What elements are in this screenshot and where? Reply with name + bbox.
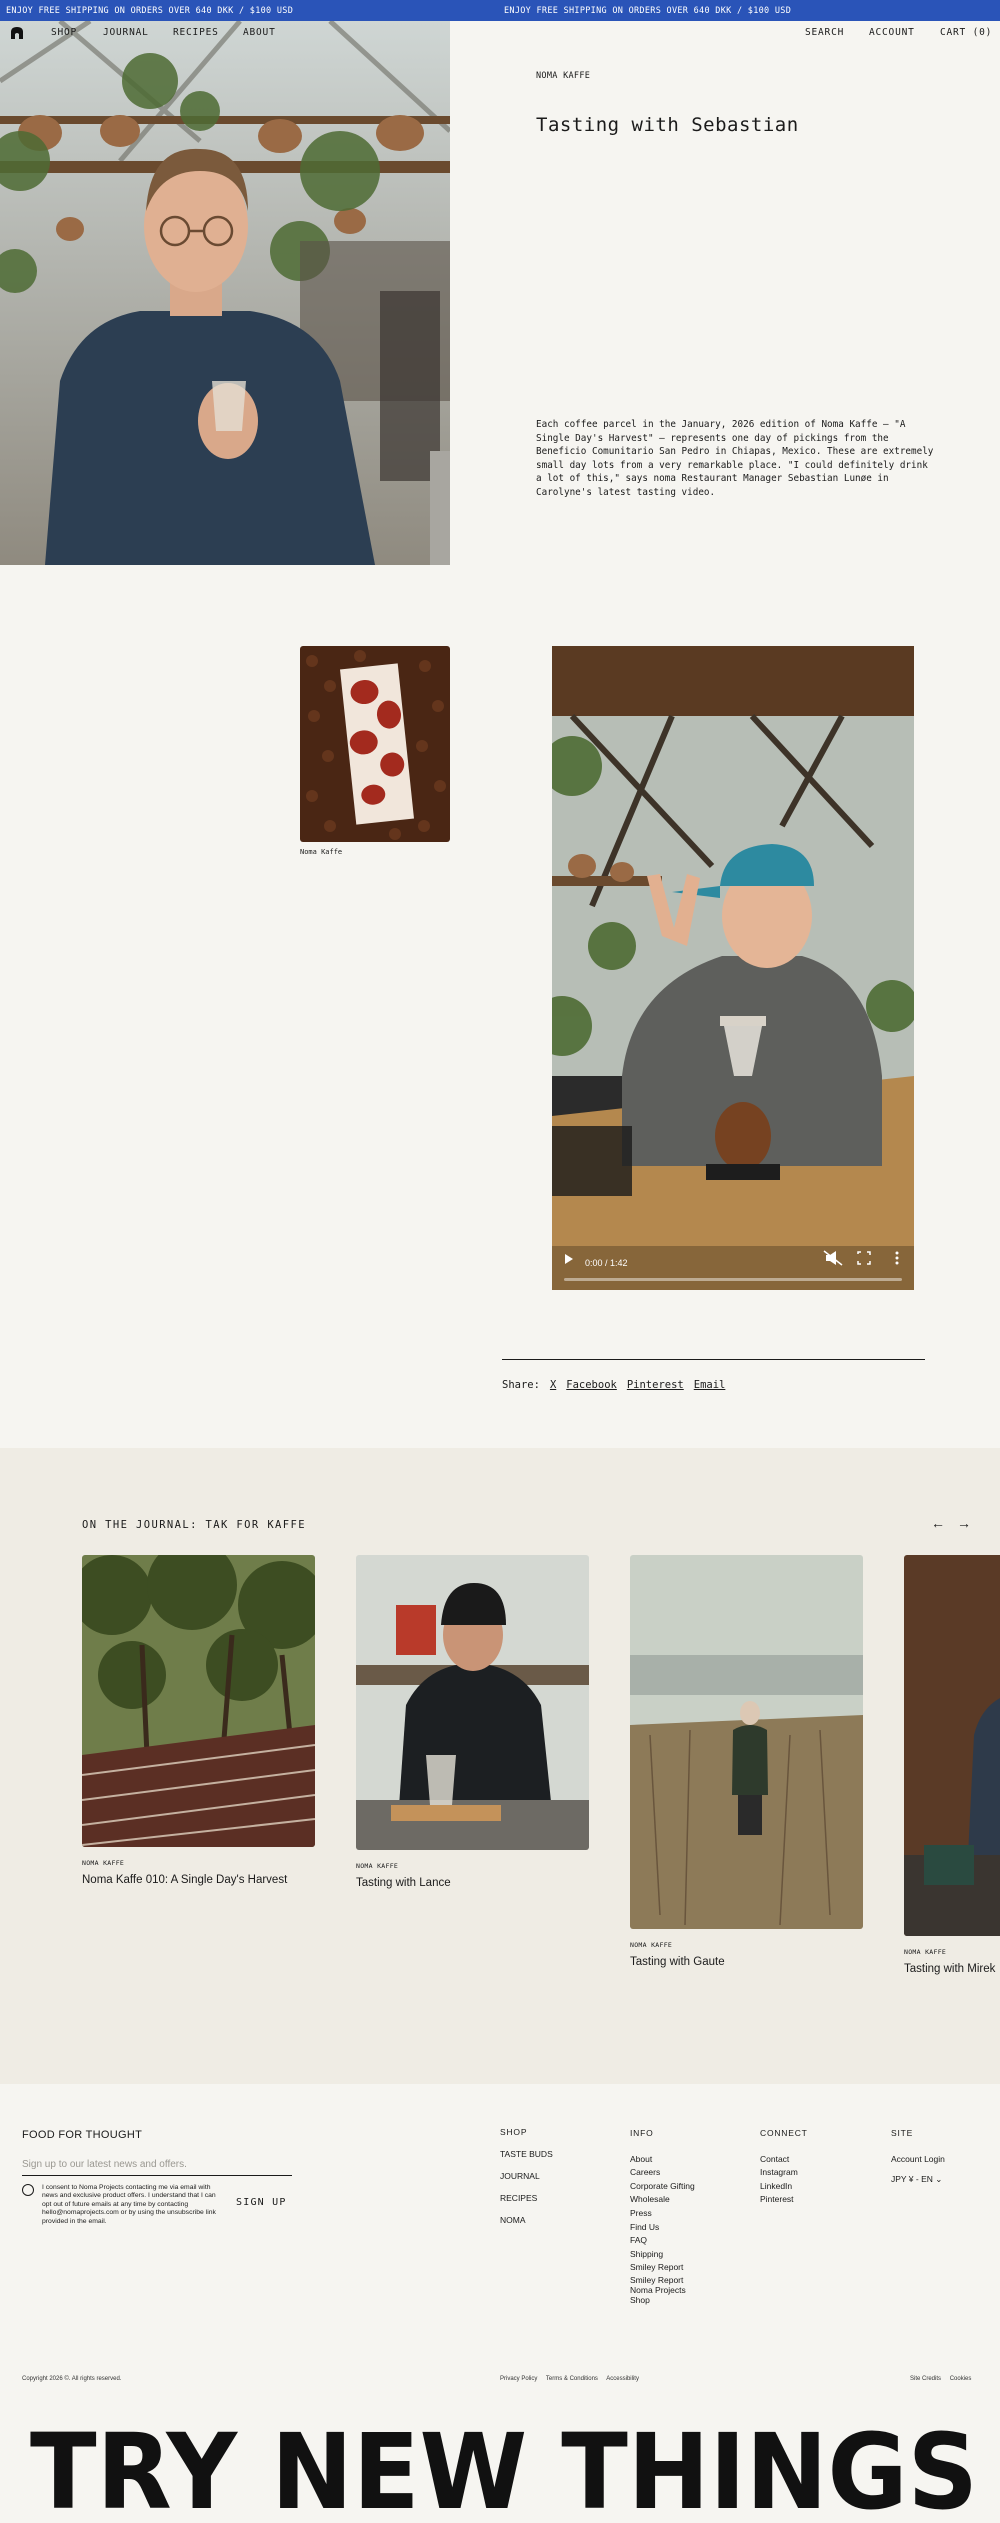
privacy-policy-link[interactable]: Privacy Policy: [500, 2376, 537, 2382]
journal-card-kicker: NOMA KAFFE: [82, 1859, 125, 1867]
footer-col-shop: SHOP TASTE BUDS JOURNAL RECIPES NOMA: [500, 2127, 553, 2225]
share-email-link[interactable]: Email: [694, 1379, 726, 1391]
footer-link[interactable]: Press: [630, 2207, 700, 2221]
footer-link[interactable]: Smiley Report: [630, 2261, 700, 2275]
legal-links: Privacy Policy Terms & Conditions Access…: [500, 2376, 646, 2382]
footer-link[interactable]: Pinterest: [760, 2193, 808, 2207]
footer-link[interactable]: Find Us: [630, 2221, 700, 2235]
footer-link[interactable]: TASTE BUDS: [500, 2149, 553, 2159]
footer-col-site: SITE Account Login JPY ¥ - EN ⌄: [891, 2127, 945, 2187]
footer-link[interactable]: JOURNAL: [500, 2171, 553, 2181]
nav-search[interactable]: SEARCH: [805, 27, 844, 38]
slogan-text: TRY NEW THINGS: [30, 2411, 978, 2523]
hero-image: [0, 21, 450, 565]
footer-col-info: INFO About Careers Corporate Gifting Who…: [630, 2127, 700, 2305]
product-image[interactable]: [300, 646, 450, 842]
journal-card-kicker: NOMA KAFFE: [904, 1948, 947, 1956]
chevron-down-icon: ⌄: [935, 2174, 943, 2185]
video-progress-bar[interactable]: [564, 1278, 902, 1281]
journal-card-title: Noma Kaffe 010: A Single Day's Harvest: [82, 1874, 288, 1886]
journal-card-title: Tasting with Mirek: [904, 1963, 996, 1975]
site-credits-link[interactable]: Site Credits: [910, 2376, 941, 2382]
currency-label: JPY ¥ - EN: [891, 2174, 933, 2185]
footer-link[interactable]: LinkedIn: [760, 2180, 808, 2194]
accessibility-link[interactable]: Accessibility: [606, 2376, 639, 2382]
footer-col-heading: SITE: [891, 2128, 914, 2138]
footer-col-heading: INFO: [630, 2128, 654, 2138]
footer-link[interactable]: Wholesale: [630, 2193, 700, 2207]
journal-card-kicker: NOMA KAFFE: [630, 1941, 673, 1949]
main-nav: SHOP JOURNAL RECIPES ABOUT SEARCH ACCOUN…: [0, 21, 1000, 45]
sign-up-button[interactable]: SIGN UP: [236, 2197, 287, 2208]
journal-card-title: Tasting with Gaute: [630, 1956, 725, 1968]
announcement-text-left: ENJOY FREE SHIPPING ON ORDERS OVER 640 D…: [6, 6, 294, 16]
journal-card-image: [904, 1555, 1000, 1936]
footer-link[interactable]: NOMA: [500, 2215, 553, 2225]
account-login-link[interactable]: Account Login: [891, 2153, 945, 2167]
share-facebook-link[interactable]: Facebook: [566, 1379, 617, 1391]
hero-kicker: NOMA KAFFE: [536, 71, 591, 81]
arrow-right-icon[interactable]: →: [957, 1515, 971, 1531]
slogan-logo: TRY NEW THINGS: [30, 2411, 978, 2523]
footer-link[interactable]: Corporate Gifting: [630, 2180, 700, 2194]
newsletter-email-input[interactable]: [22, 2154, 292, 2176]
journal-card-title: Tasting with Lance: [356, 1877, 451, 1889]
footer-link[interactable]: About: [630, 2153, 700, 2167]
share-x-link[interactable]: X: [550, 1379, 556, 1391]
nav-cart[interactable]: CART (0): [940, 27, 992, 38]
nav-shop[interactable]: SHOP: [51, 27, 77, 38]
home-logo-icon[interactable]: [10, 26, 24, 40]
footer-link[interactable]: Smiley Report Noma Projects Shop: [630, 2275, 700, 2305]
announcement-bar: ENJOY FREE SHIPPING ON ORDERS OVER 640 D…: [0, 0, 1000, 21]
product-caption: Noma Kaffe: [300, 848, 343, 856]
journal-card[interactable]: NOMA KAFFE Tasting with Lance: [356, 1555, 589, 1889]
nav-about[interactable]: ABOUT: [243, 27, 276, 38]
nav-recipes[interactable]: RECIPES: [173, 27, 219, 38]
journal-card[interactable]: NOMA KAFFE Tasting with Gaute: [630, 1555, 863, 1968]
journal-card-image: [630, 1555, 863, 1929]
journal-heading: ON THE JOURNAL: TAK FOR KAFFE: [82, 1519, 306, 1531]
footer-col-heading: SHOP: [500, 2127, 528, 2137]
announcement-text-right: ENJOY FREE SHIPPING ON ORDERS OVER 640 D…: [504, 6, 792, 16]
consent-text: I consent to Noma Projects contacting me…: [42, 2184, 216, 2225]
journal-card-kicker: NOMA KAFFE: [356, 1862, 399, 1870]
tasting-video[interactable]: 0:00 / 1:42: [552, 646, 914, 1290]
journal-card-image: [356, 1555, 589, 1850]
footer-link[interactable]: RECIPES: [500, 2193, 553, 2203]
nav-journal[interactable]: JOURNAL: [103, 27, 149, 38]
footer-link[interactable]: Shipping: [630, 2248, 700, 2262]
consent-checkbox[interactable]: [22, 2184, 34, 2196]
footer-col-connect: CONNECT Contact Instagram LinkedIn Pinte…: [760, 2127, 808, 2207]
page-title: Tasting with Sebastian: [536, 114, 799, 136]
video-controls: 0:00 / 1:42: [552, 1246, 914, 1290]
nav-account[interactable]: ACCOUNT: [869, 27, 915, 38]
journal-card[interactable]: NOMA KAFFE Tasting with Mirek: [904, 1555, 1000, 1975]
footer-link[interactable]: FAQ: [630, 2234, 700, 2248]
cookies-link[interactable]: Cookies: [950, 2376, 972, 2382]
footer-link[interactable]: Careers: [630, 2166, 700, 2180]
footer-col-heading: CONNECT: [760, 2128, 808, 2138]
share-pinterest-link[interactable]: Pinterest: [627, 1379, 684, 1391]
carousel-arrows: ← →: [931, 1515, 971, 1531]
copyright: Copyright 2026 ©. All rights reserved.: [22, 2376, 122, 2382]
currency-selector[interactable]: JPY ¥ - EN ⌄: [891, 2173, 945, 2187]
terms-link[interactable]: Terms & Conditions: [546, 2376, 598, 2382]
video-time: 0:00 / 1:42: [585, 1258, 628, 1268]
credits-links: Site Credits Cookies: [910, 2376, 978, 2382]
share-label: Share:: [502, 1379, 540, 1391]
journal-card-image: [82, 1555, 315, 1847]
share-divider: [502, 1359, 925, 1360]
footer-link[interactable]: Contact: [760, 2153, 808, 2167]
arrow-left-icon[interactable]: ←: [931, 1515, 945, 1531]
footer-link[interactable]: Instagram: [760, 2166, 808, 2180]
share-links: Share: X Facebook Pinterest Email: [502, 1379, 725, 1391]
journal-card[interactable]: NOMA KAFFE Noma Kaffe 010: A Single Day'…: [82, 1555, 315, 1886]
newsletter-heading: FOOD FOR THOUGHT: [22, 2129, 143, 2141]
hero-description: Each coffee parcel in the January, 2026 …: [536, 419, 934, 498]
